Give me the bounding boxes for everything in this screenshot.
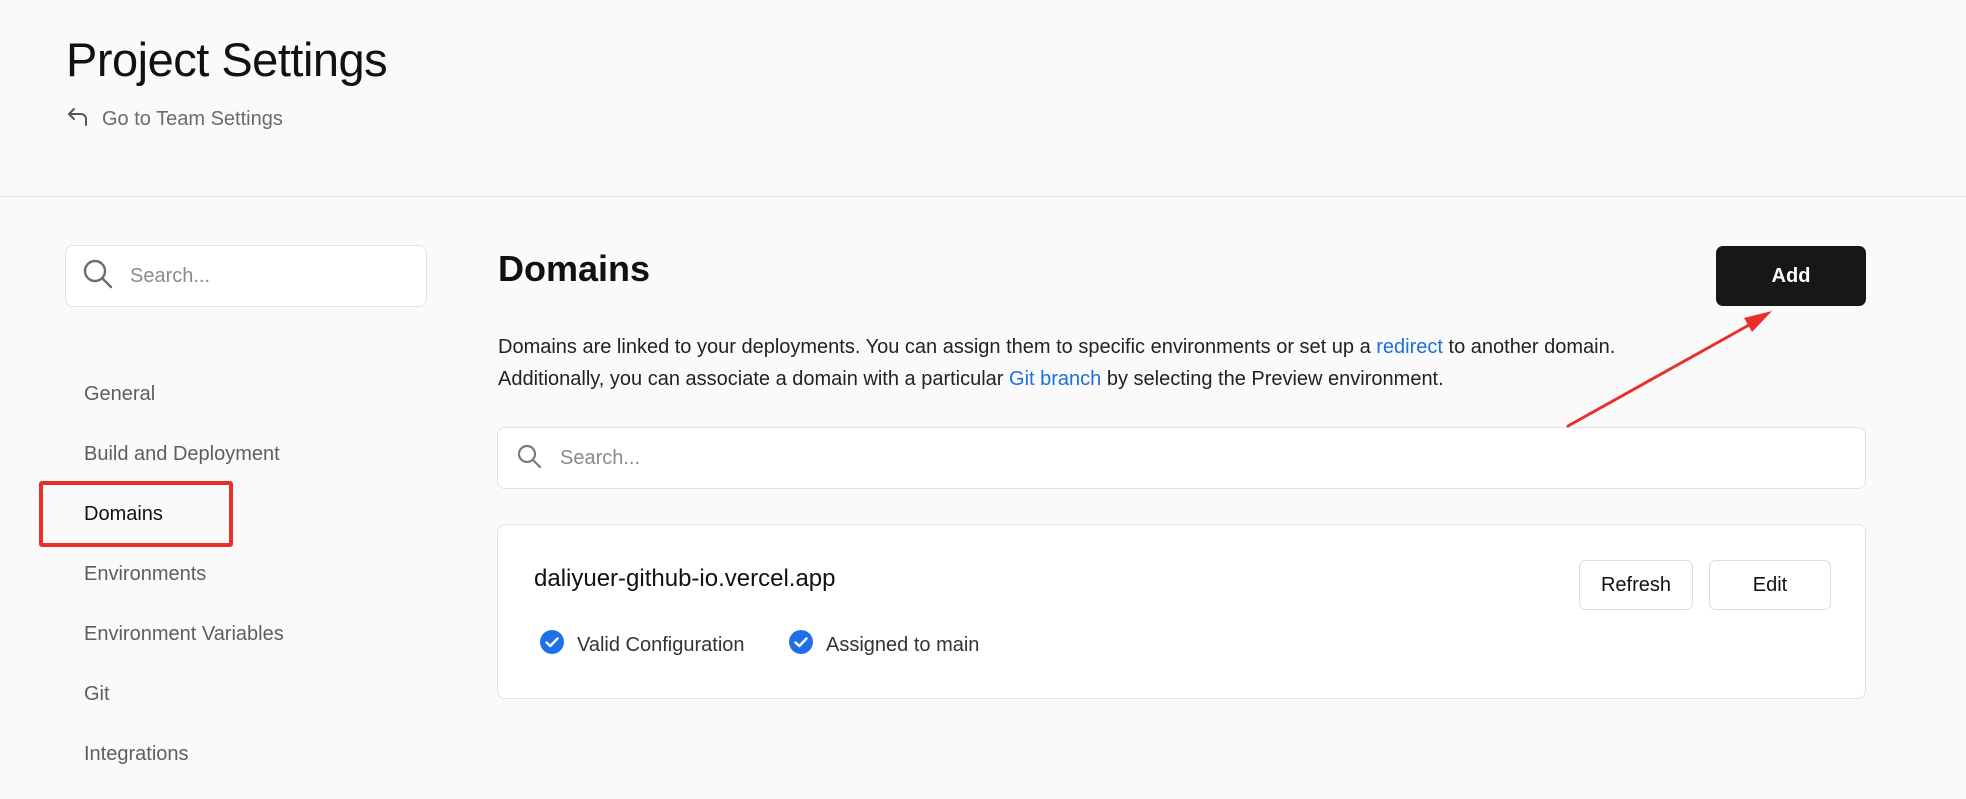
check-circle-icon (788, 629, 814, 661)
sidebar-item-environments[interactable]: Environments (84, 563, 206, 586)
sidebar-item-environment-variables[interactable]: Environment Variables (84, 623, 284, 646)
search-icon (82, 258, 114, 295)
status-label: Assigned to main (826, 633, 980, 656)
sidebar-search[interactable] (65, 245, 427, 307)
status-label: Valid Configuration (577, 633, 745, 656)
back-link-label: Go to Team Settings (102, 107, 283, 130)
page-header: Project Settings Go to Team Settings (0, 0, 1966, 197)
description-line-2: Additionally, you can associate a domain… (498, 363, 1728, 395)
status-assigned-branch: Assigned to main (788, 629, 979, 661)
domain-search[interactable] (497, 427, 1866, 489)
domains-description: Domains are linked to your deployments. … (498, 331, 1728, 395)
description-text: Domains are linked to your deployments. … (498, 336, 1377, 358)
search-icon (516, 443, 542, 474)
status-valid-configuration: Valid Configuration (539, 629, 745, 661)
description-text: Additionally, you can associate a domain… (498, 368, 1010, 390)
description-text: to another domain. (1442, 336, 1616, 358)
page-title: Project Settings (66, 33, 388, 86)
arrow-back-icon (66, 104, 90, 134)
section-title: Domains (498, 248, 651, 289)
add-domain-button[interactable]: Add (1716, 246, 1866, 306)
description-text: by selecting the Preview environment. (1101, 368, 1444, 390)
sidebar-item-git[interactable]: Git (84, 683, 110, 706)
back-to-team-settings-link[interactable]: Go to Team Settings (66, 104, 283, 134)
domain-card: daliyuer-github-io.vercel.app Refresh Ed… (497, 524, 1866, 699)
description-line-1: Domains are linked to your deployments. … (498, 331, 1728, 363)
sidebar-item-integrations[interactable]: Integrations (84, 743, 189, 766)
refresh-button[interactable]: Refresh (1579, 560, 1693, 610)
domain-search-input[interactable] (560, 446, 1840, 470)
domain-name[interactable]: daliyuer-github-io.vercel.app (534, 565, 836, 593)
sidebar-item-build-and-deployment[interactable]: Build and Deployment (84, 443, 280, 466)
git-branch-link[interactable]: Git branch (1009, 368, 1101, 390)
check-circle-icon (539, 629, 565, 661)
edit-button[interactable]: Edit (1709, 560, 1831, 610)
redirect-link[interactable]: redirect (1376, 336, 1443, 358)
sidebar-search-input[interactable] (130, 264, 410, 288)
annotation-highlight-box (39, 481, 233, 547)
sidebar-item-general[interactable]: General (84, 383, 155, 406)
